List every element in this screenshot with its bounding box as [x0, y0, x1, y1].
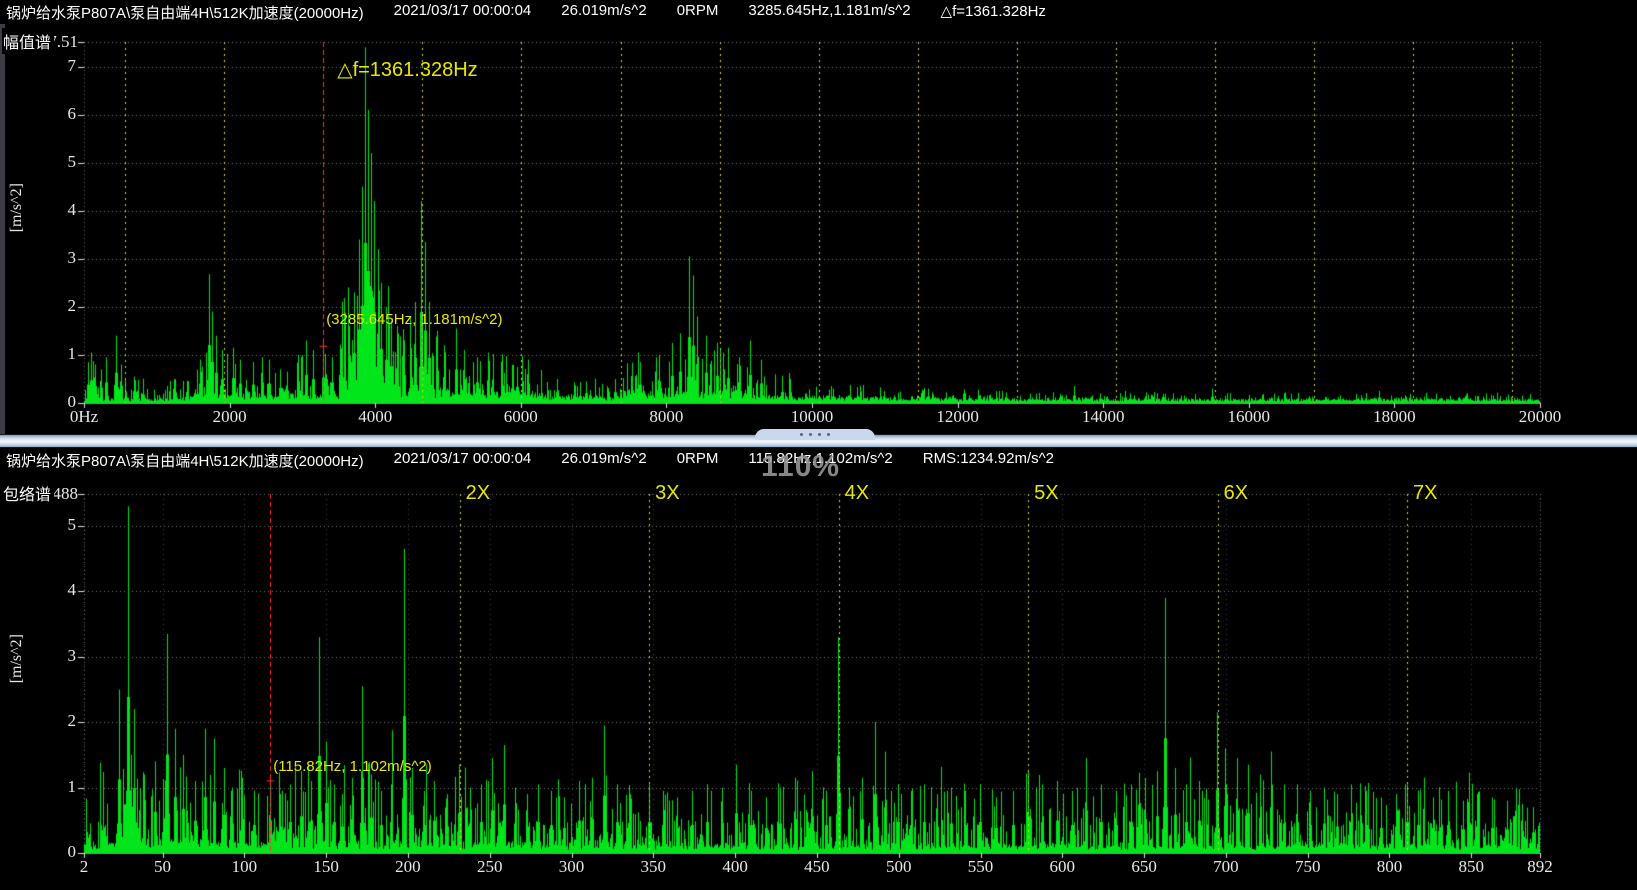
x-tick-label: 8000	[649, 407, 683, 427]
x-tick-label: 18000	[1373, 407, 1416, 427]
x-tick-label: 550	[968, 857, 994, 877]
x-tick-label: 400	[722, 857, 748, 877]
x-tick-label: 2000	[213, 407, 247, 427]
y-tick-label: 5	[28, 152, 76, 172]
x-tick-label: 850	[1459, 857, 1485, 877]
panel-title-envelope: 包络谱	[2, 480, 54, 506]
x-tick-label: 750	[1295, 857, 1321, 877]
amplitude-spectrum-panel: 锅炉给水泵P807A\泵自由端4H\512K加速度(20000Hz) 2021/…	[0, 0, 1637, 434]
y-tick-label: 1	[28, 777, 76, 797]
y-tick-label: 4	[28, 580, 76, 600]
panel-title-amplitude: 幅值谱	[2, 28, 54, 54]
y-axis-unit-label: [m/s^2]	[8, 634, 26, 683]
x-tick-label: 150	[313, 857, 339, 877]
rpm-readout: 0RPM	[677, 2, 719, 23]
rpm-readout: 0RPM	[677, 450, 719, 471]
x-tick-label: 2	[80, 857, 89, 877]
amplitude-spectrum-canvas[interactable]	[76, 36, 1548, 409]
x-tick-label: 6000	[504, 407, 538, 427]
x-tick-label: 200	[395, 857, 421, 877]
y-tick-label: 2	[28, 296, 76, 316]
amplitude-spectrum-header: 锅炉给水泵P807A\泵自由端4H\512K加速度(20000Hz) 2021/…	[6, 2, 1046, 23]
envelope-spectrum-header: 锅炉给水泵P807A\泵自由端4H\512K加速度(20000Hz) 2021/…	[6, 450, 1054, 471]
x-tick-label: 450	[804, 857, 830, 877]
panel-splitter[interactable]	[0, 434, 1637, 448]
y-tick-label: 3	[28, 646, 76, 666]
y-tick-label: 0	[28, 842, 76, 862]
harmonic-order-label: 6X	[1224, 482, 1248, 505]
channel-path: 锅炉给水泵P807A\泵自由端4H\512K加速度(20000Hz)	[6, 2, 364, 23]
y-tick-label: 7	[28, 56, 76, 76]
zoom-level-indicator: 110%	[761, 450, 840, 484]
x-tick-label: 650	[1131, 857, 1157, 877]
vibration-analyzer-window: 锅炉给水泵P807A\泵自由端4H\512K加速度(20000Hz) 2021/…	[0, 0, 1637, 890]
x-tick-label: 4000	[358, 407, 392, 427]
delta-f-readout: △f=1361.328Hz	[941, 2, 1046, 23]
y-tick-label: 4	[28, 200, 76, 220]
splitter-grip-icon[interactable]	[755, 429, 875, 440]
timestamp: 2021/03/17 00:00:04	[394, 2, 532, 23]
delta-f-annotation: △f=1361.328Hz	[337, 57, 477, 82]
x-tick-label: 10000	[791, 407, 834, 427]
x-tick-label: 800	[1377, 857, 1403, 877]
harmonic-order-label: 5X	[1034, 482, 1058, 505]
harmonic-order-label: 2X	[466, 482, 490, 505]
x-tick-label: 16000	[1228, 407, 1271, 427]
x-tick-label: 700	[1213, 857, 1239, 877]
envelope-spectrum-canvas[interactable]	[76, 488, 1548, 859]
x-tick-label: 14000	[1082, 407, 1125, 427]
y-axis-unit-label: [m/s^2]	[8, 183, 26, 232]
x-tick-label: 600	[1050, 857, 1076, 877]
y-tick-label: 6	[28, 104, 76, 124]
harmonic-order-label: 4X	[845, 482, 869, 505]
envelope-spectrum-panel: 锅炉给水泵P807A\泵自由端4H\512K加速度(20000Hz) 2021/…	[0, 448, 1637, 890]
harmonic-order-label: 7X	[1413, 482, 1437, 505]
channel-path: 锅炉给水泵P807A\泵自由端4H\512K加速度(20000Hz)	[6, 450, 364, 471]
cursor-annotation: (3285.645Hz, 1.181m/s^2)	[326, 311, 502, 328]
x-tick-label: 20000	[1519, 407, 1562, 427]
y-tick-label: 2	[28, 711, 76, 731]
x-tick-label: 300	[559, 857, 585, 877]
x-tick-label: 892	[1527, 857, 1553, 877]
x-tick-label: 100	[232, 857, 258, 877]
x-tick-label: 50	[154, 857, 171, 877]
x-tick-label: 500	[886, 857, 912, 877]
overall-level: 26.019m/s^2	[561, 450, 646, 471]
x-tick-label: 12000	[936, 407, 979, 427]
y-tick-label: 3	[28, 248, 76, 268]
x-tick-label: 250	[477, 857, 503, 877]
y-tick-label: 1	[28, 344, 76, 364]
rms-readout: RMS:1234.92m/s^2	[923, 450, 1054, 471]
y-tick-label: 0	[28, 392, 76, 412]
x-tick-label: 350	[641, 857, 667, 877]
y-tick-label: 5	[28, 515, 76, 535]
cursor-annotation: (115.82Hz, 1.102m/s^2)	[273, 758, 432, 775]
harmonic-order-label: 3X	[655, 482, 679, 505]
timestamp: 2021/03/17 00:00:04	[394, 450, 532, 471]
overall-level: 26.019m/s^2	[561, 2, 646, 23]
cursor-readout: 3285.645Hz,1.181m/s^2	[748, 2, 910, 23]
